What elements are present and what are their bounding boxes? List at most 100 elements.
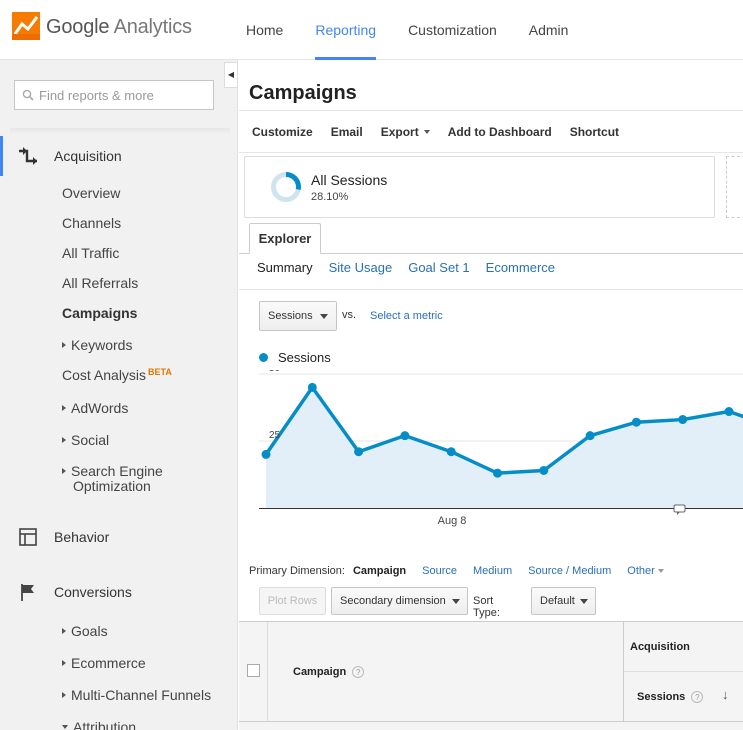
data-point[interactable] bbox=[446, 447, 456, 457]
subtab-site-usage[interactable]: Site Usage bbox=[329, 260, 393, 284]
table-header: Campaign? Acquisition Sessions? ↓ bbox=[239, 621, 743, 730]
sort-type-dropdown[interactable]: Default bbox=[531, 587, 596, 615]
help-icon[interactable]: ? bbox=[691, 691, 704, 704]
sidebar-item-attribution[interactable]: Attribution bbox=[62, 719, 136, 730]
data-point[interactable] bbox=[354, 447, 364, 457]
data-point[interactable] bbox=[307, 382, 317, 392]
data-point[interactable] bbox=[261, 449, 271, 459]
segment-percent: 28.10% bbox=[311, 191, 349, 203]
dimension-other-dropdown[interactable]: Other bbox=[627, 565, 664, 577]
acquisition-arrows-icon bbox=[19, 147, 37, 165]
sessions-line-chart[interactable]: 50 25 Aug 8 bbox=[239, 370, 743, 530]
sidebar-item-keywords[interactable]: Keywords bbox=[62, 337, 132, 353]
search-icon bbox=[22, 89, 34, 101]
chevron-down-icon bbox=[452, 599, 460, 604]
x-tick-label: Aug 8 bbox=[438, 515, 467, 527]
sidebar-item-all-referrals[interactable]: All Referrals bbox=[62, 275, 138, 291]
nav-home[interactable]: Home bbox=[230, 0, 299, 60]
help-icon[interactable]: ? bbox=[352, 666, 365, 679]
sidebar-item-channels[interactable]: Channels bbox=[62, 215, 121, 231]
sidebar-item-social[interactable]: Social bbox=[62, 432, 109, 448]
email-button[interactable]: Email bbox=[322, 125, 372, 139]
annotation-speech-icon[interactable] bbox=[673, 504, 686, 515]
divider bbox=[239, 721, 743, 722]
sidebar-section-conversions[interactable]: Conversions bbox=[0, 572, 238, 612]
sidebar-section-acquisition[interactable]: Acquisition bbox=[0, 136, 238, 176]
customize-button[interactable]: Customize bbox=[243, 125, 322, 139]
metric-dropdown[interactable]: Sessions bbox=[259, 301, 337, 331]
sidebar-item-all-traffic[interactable]: All Traffic bbox=[62, 245, 119, 261]
sidebar-item-label: Search Engine bbox=[71, 463, 163, 479]
acquisition-group-header: Acquisition bbox=[630, 641, 690, 653]
google-analytics-logo[interactable] bbox=[12, 12, 40, 40]
subtab-summary[interactable]: Summary bbox=[257, 260, 313, 284]
explorer-subtabs: Summary Site Usage Goal Set 1 Ecommerce bbox=[257, 260, 571, 284]
sidebar-item-label: Social bbox=[71, 432, 110, 448]
conversions-flag-icon bbox=[21, 584, 34, 601]
select-all-checkbox[interactable] bbox=[247, 664, 260, 677]
sidebar-item-seo[interactable]: Search Engine Optimization bbox=[62, 464, 163, 494]
plot-rows-button[interactable]: Plot Rows bbox=[259, 587, 326, 615]
sessions-area-fill bbox=[266, 387, 743, 508]
sort-type-label: Sort Type: bbox=[473, 595, 500, 619]
sidebar-item-campaigns[interactable]: Campaigns bbox=[62, 305, 137, 321]
data-point[interactable] bbox=[400, 431, 410, 441]
expand-triangle-icon bbox=[62, 628, 66, 635]
data-point[interactable] bbox=[585, 431, 595, 441]
column-header-label: Campaign bbox=[293, 666, 347, 678]
add-to-dashboard-button[interactable]: Add to Dashboard bbox=[439, 125, 561, 139]
sidebar-item-multi-channel-funnels[interactable]: Multi-Channel Funnels bbox=[62, 687, 211, 703]
primary-dimension-campaign[interactable]: Campaign bbox=[353, 565, 406, 577]
collapse-sidebar-button[interactable]: ◀ bbox=[224, 62, 238, 88]
data-point[interactable] bbox=[631, 417, 641, 427]
secondary-dimension-dropdown[interactable]: Secondary dimension bbox=[331, 587, 468, 615]
chevron-down-icon bbox=[423, 130, 430, 135]
sidebar-item-label: Optimization bbox=[73, 478, 151, 494]
select-metric-link[interactable]: Select a metric bbox=[370, 310, 443, 322]
tab-explorer[interactable]: Explorer bbox=[249, 223, 321, 254]
beta-badge: BETA bbox=[148, 367, 172, 377]
sort-descending-icon[interactable]: ↓ bbox=[722, 687, 729, 702]
data-point[interactable] bbox=[678, 415, 688, 425]
campaign-column-header[interactable]: Campaign? bbox=[293, 666, 365, 679]
nav-customization[interactable]: Customization bbox=[392, 0, 513, 60]
data-point[interactable] bbox=[539, 465, 549, 475]
dimension-medium-link[interactable]: Medium bbox=[473, 565, 512, 577]
sidebar-item-overview[interactable]: Overview bbox=[62, 185, 120, 201]
sidebar-item-cost-analysis[interactable]: Cost Analysis BETA bbox=[62, 367, 172, 383]
sidebar-item-adwords[interactable]: AdWords bbox=[62, 400, 128, 416]
search-input[interactable] bbox=[39, 81, 209, 109]
data-point[interactable] bbox=[493, 468, 502, 478]
metric-dropdown-value: Sessions bbox=[268, 310, 313, 322]
data-point[interactable] bbox=[724, 407, 734, 417]
secondary-dimension-label: Secondary dimension bbox=[340, 595, 446, 607]
subtab-goal-set-1[interactable]: Goal Set 1 bbox=[408, 260, 469, 284]
top-header: Google Analytics Home Reporting Customiz… bbox=[0, 0, 743, 60]
segment-card[interactable]: All Sessions 28.10% bbox=[244, 156, 715, 218]
sidebar-section-behavior[interactable]: Behavior bbox=[0, 517, 238, 557]
subtab-ecommerce[interactable]: Ecommerce bbox=[486, 260, 555, 284]
export-label: Export bbox=[380, 124, 419, 139]
add-segment-placeholder[interactable] bbox=[726, 156, 743, 218]
sidebar-item-ecommerce[interactable]: Ecommerce bbox=[62, 655, 146, 671]
divider bbox=[624, 671, 743, 672]
brand-google: Google bbox=[46, 16, 110, 38]
export-button[interactable]: Export bbox=[372, 125, 439, 139]
y-tick-label: 50 bbox=[269, 370, 281, 374]
behavior-layout-icon bbox=[19, 528, 37, 546]
dimension-source-link[interactable]: Source bbox=[422, 565, 457, 577]
shortcut-button[interactable]: Shortcut bbox=[561, 125, 628, 139]
acquisition-column-group: Acquisition Sessions? ↓ bbox=[623, 622, 743, 721]
dimension-source-medium-link[interactable]: Source / Medium bbox=[528, 565, 611, 577]
sidebar-item-goals[interactable]: Goals bbox=[62, 623, 108, 639]
sessions-column-header[interactable]: Sessions? bbox=[637, 691, 704, 704]
nav-reporting[interactable]: Reporting bbox=[299, 0, 392, 60]
legend-dot-icon bbox=[259, 353, 268, 362]
primary-dimension-row: Primary Dimension: Campaign Source Mediu… bbox=[249, 563, 680, 579]
report-search-box[interactable] bbox=[14, 80, 214, 110]
collapse-triangle-icon bbox=[62, 725, 68, 730]
segment-name: All Sessions bbox=[311, 172, 388, 188]
segment-ring-icon bbox=[271, 172, 301, 202]
nav-admin[interactable]: Admin bbox=[513, 0, 585, 60]
expand-triangle-icon bbox=[62, 437, 66, 444]
